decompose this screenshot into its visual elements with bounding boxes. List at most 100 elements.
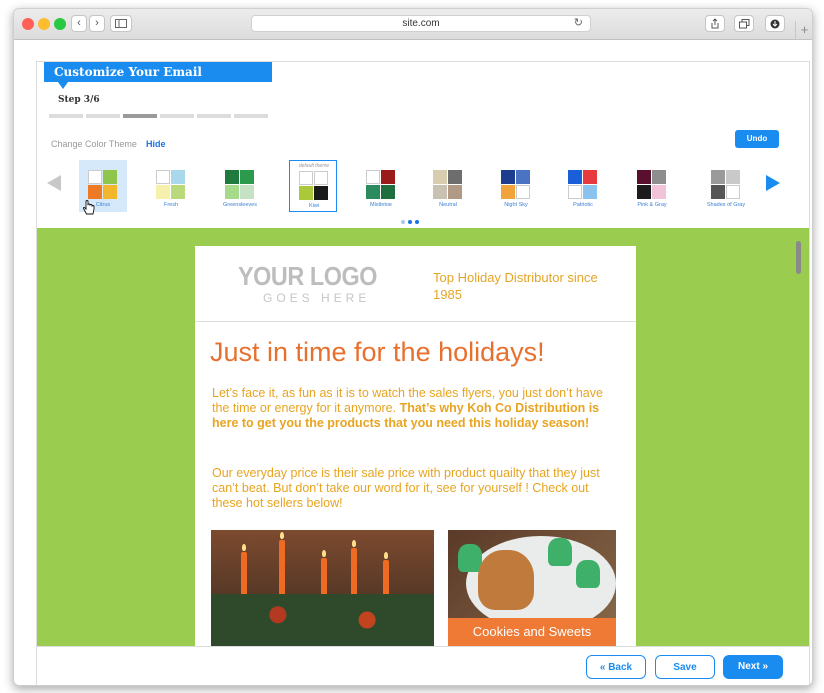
color-cell (225, 185, 239, 199)
theme-swatch-mistletoe[interactable]: Mistletoe (357, 160, 405, 212)
next-button[interactable]: Next » (723, 655, 783, 679)
plus-icon: + (800, 22, 809, 37)
flame-shape (242, 544, 246, 551)
save-button[interactable]: Save (655, 655, 715, 679)
theme-name-label: Neutral (439, 202, 457, 208)
pagination-dot[interactable] (401, 220, 405, 224)
chevron-right-icon: › (95, 17, 99, 29)
theme-name-label: Mistletoe (369, 202, 392, 208)
back-nav-button[interactable]: ‹ (71, 15, 87, 32)
logo-placeholder-text[interactable]: YOUR LOGO (238, 261, 377, 292)
change-color-theme-label: Change Color Theme (51, 139, 137, 149)
hand-pointer-icon (83, 200, 95, 219)
theme-name-label: Fresh (163, 202, 179, 208)
forward-nav-button[interactable]: › (89, 15, 105, 32)
color-cell (652, 170, 666, 184)
theme-swatch-shades-of-gray[interactable]: Shades of Gray (702, 160, 750, 212)
color-cell (711, 185, 725, 199)
email-paragraph-1[interactable]: Let’s face it, as fun as it is to watch … (212, 386, 612, 431)
color-cell (652, 185, 666, 199)
color-grid (225, 170, 255, 200)
banner-pointer (58, 82, 68, 89)
pagination-dot[interactable] (415, 220, 419, 224)
arrow-right-icon[interactable] (766, 175, 780, 191)
theme-swatch-neutral[interactable]: Neutral (424, 160, 472, 212)
arrow-left-icon[interactable] (47, 175, 61, 191)
color-grid (637, 170, 667, 200)
pagination-dot-active[interactable] (408, 220, 412, 224)
page-content: Customize Your Email Step 3/6 Change Col… (36, 61, 810, 685)
new-tab-button[interactable]: + (795, 21, 812, 39)
reload-icon[interactable]: ↻ (574, 16, 583, 31)
page-scrollbar[interactable] (796, 241, 801, 274)
tree-cookie-shape (548, 538, 572, 566)
url-text: site.com (402, 18, 440, 29)
color-cell (637, 185, 651, 199)
step-progress-bar (49, 114, 268, 118)
theme-swatch-night-sky[interactable]: Night Sky (492, 160, 540, 212)
share-button[interactable] (705, 15, 725, 32)
color-cell (516, 185, 530, 199)
tree-cookie-shape (576, 560, 600, 588)
color-cell (381, 185, 395, 199)
color-grid (433, 170, 463, 200)
theme-name-label: Kiwi (308, 203, 320, 209)
address-bar[interactable]: site.com ↻ (251, 15, 591, 32)
color-grid (88, 170, 118, 200)
color-cell (103, 185, 117, 199)
theme-name-label: Greensleeves (223, 202, 257, 208)
share-icon (711, 18, 719, 29)
color-grid (711, 170, 741, 200)
email-headline[interactable]: Just in time for the holidays! (210, 337, 545, 368)
email-preview: YOUR LOGO GOES HERE Top Holiday Distribu… (195, 246, 636, 646)
theme-swatch-patriotic[interactable]: Patriotic (559, 160, 607, 212)
color-cell (726, 185, 740, 199)
progress-segment (234, 114, 268, 118)
color-cell (711, 170, 725, 184)
wizard-footer: « Back Save Next » (37, 646, 809, 685)
color-cell (501, 185, 515, 199)
theme-swatch-fresh[interactable]: Fresh (147, 160, 195, 212)
color-cell (299, 171, 313, 185)
color-cell (156, 170, 170, 184)
flame-shape (280, 532, 284, 539)
progress-segment (86, 114, 120, 118)
hide-themes-link[interactable]: Hide (146, 139, 166, 149)
theme-name-label: Citrus (95, 202, 111, 208)
color-cell (240, 185, 254, 199)
color-cell (433, 185, 447, 199)
downloads-button[interactable] (765, 15, 785, 32)
close-window-button[interactable] (22, 18, 34, 30)
color-grid (156, 170, 186, 200)
color-cell (516, 170, 530, 184)
sidebar-toggle-button[interactable] (110, 15, 132, 32)
email-tagline[interactable]: Top Holiday Distributor since 1985 (433, 269, 613, 303)
minimize-window-button[interactable] (38, 18, 50, 30)
theme-swatch-kiwi[interactable]: default theme Kiwi (289, 160, 337, 212)
progress-segment (160, 114, 194, 118)
color-cell (88, 185, 102, 199)
color-grid (299, 171, 329, 201)
back-button[interactable]: « Back (586, 655, 646, 679)
color-cell (583, 170, 597, 184)
flame-shape (352, 540, 356, 547)
color-cell (568, 185, 582, 199)
product-image-candles[interactable] (211, 530, 434, 646)
theme-swatch-greensleeves[interactable]: Greensleeves (216, 160, 264, 212)
default-theme-note: default theme (298, 163, 330, 169)
undo-button[interactable]: Undo (735, 130, 779, 148)
theme-swatch-pink-gray[interactable]: Pink & Gray (628, 160, 676, 212)
tabs-overview-button[interactable] (734, 15, 754, 32)
tabs-icon (738, 19, 749, 29)
color-cell (225, 170, 239, 184)
product-caption[interactable]: Cookies and Sweets (448, 618, 616, 646)
color-cell (448, 185, 462, 199)
email-paragraph-2[interactable]: Our everyday price is their sale price w… (212, 466, 612, 511)
color-grid (366, 170, 396, 200)
flame-shape (384, 552, 388, 559)
color-cell (103, 170, 117, 184)
color-cell (156, 185, 170, 199)
zoom-window-button[interactable] (54, 18, 66, 30)
email-header: YOUR LOGO GOES HERE Top Holiday Distribu… (195, 246, 636, 322)
product-image-cookies[interactable]: Cookies and Sweets (448, 530, 616, 646)
